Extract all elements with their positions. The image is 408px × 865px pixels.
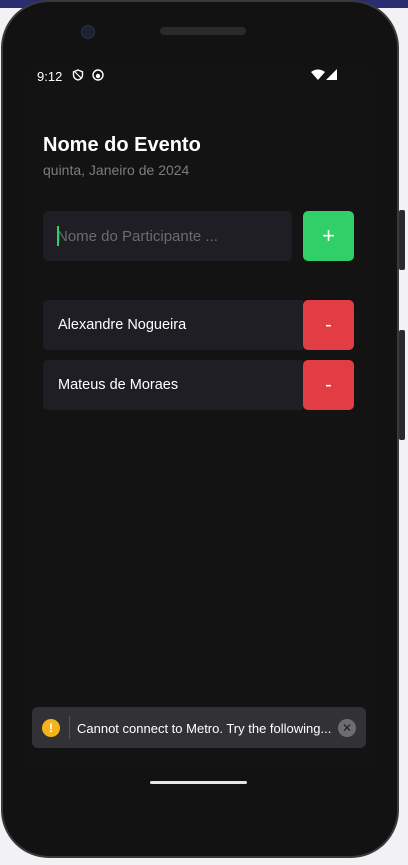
power-button xyxy=(399,330,405,440)
event-title: Nome do Evento xyxy=(43,134,201,156)
participant-card: Mateus de Moraes xyxy=(43,360,303,410)
warning-icon: ! xyxy=(42,719,60,737)
remove-participant-button[interactable]: - xyxy=(303,360,354,410)
toast-message: Cannot connect to Metro. Try the followi… xyxy=(77,721,332,736)
app-notification-icon xyxy=(92,69,104,84)
participant-name-input[interactable] xyxy=(43,211,292,261)
participant-row: Alexandre Nogueira - xyxy=(43,300,354,350)
vpn-shield-icon xyxy=(72,69,84,84)
app-screen: 9:12 Nome do Evento quinta, Janeiro de 2… xyxy=(22,66,376,772)
add-participant-button[interactable]: + xyxy=(303,211,354,261)
home-gesture-bar[interactable] xyxy=(150,781,247,784)
earpiece-speaker xyxy=(160,27,246,35)
toast-divider xyxy=(69,716,70,739)
status-time: 9:12 xyxy=(37,69,63,84)
metro-error-toast[interactable]: ! Cannot connect to Metro. Try the follo… xyxy=(32,707,366,748)
event-date: quinta, Janeiro de 2024 xyxy=(43,162,190,178)
front-camera xyxy=(81,25,95,39)
status-bar: 9:12 xyxy=(22,66,376,86)
participant-name: Mateus de Moraes xyxy=(58,377,179,393)
volume-button xyxy=(399,210,405,270)
close-icon[interactable]: ✕ xyxy=(338,719,356,737)
wifi-icon xyxy=(311,69,325,84)
remove-participant-button[interactable]: - xyxy=(303,300,354,350)
cellular-signal-icon xyxy=(325,69,337,84)
participant-name: Alexandre Nogueira xyxy=(58,317,187,333)
participant-row: Mateus de Moraes - xyxy=(43,360,354,410)
participant-card: Alexandre Nogueira xyxy=(43,300,303,350)
text-cursor xyxy=(57,226,59,246)
